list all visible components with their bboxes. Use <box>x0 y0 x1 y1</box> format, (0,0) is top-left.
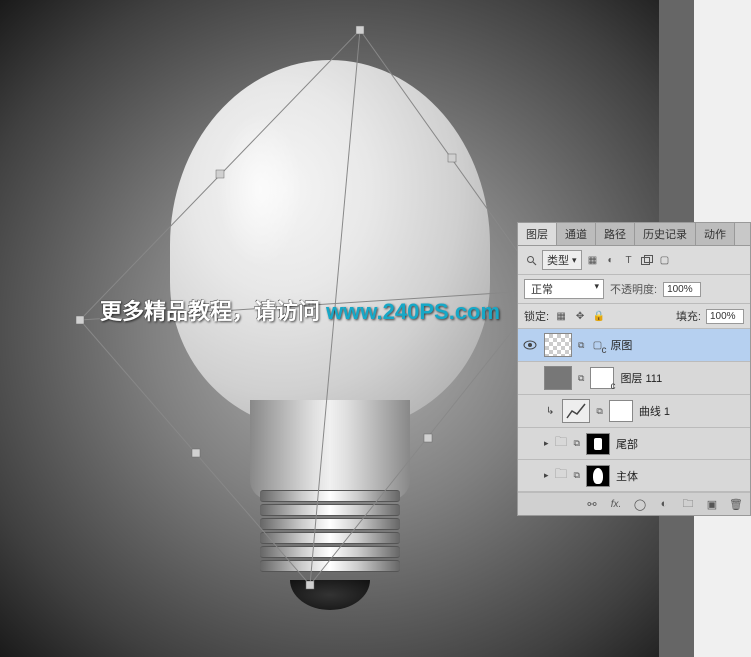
group-toggle[interactable]: ▸ <box>544 438 549 449</box>
link-icon[interactable]: ⧉ <box>578 340 584 351</box>
visibility-toggle[interactable] <box>522 370 538 386</box>
watermark-text: 更多精品教程，请访问 <box>100 294 320 326</box>
filter-kind-select[interactable]: 类型 ▾ <box>542 250 582 270</box>
layer-name[interactable]: 曲线 1 <box>639 403 670 419</box>
opacity-input[interactable]: 100% <box>663 282 701 297</box>
search-icon[interactable] <box>524 253 538 267</box>
link-layers-icon[interactable]: ⚯ <box>584 497 600 511</box>
lock-row: 锁定: ▦ ✥ 🔒 填充: 100% <box>518 304 750 329</box>
new-group-icon[interactable]: 🗀 <box>680 497 696 511</box>
tab-history[interactable]: 历史记录 <box>635 223 696 245</box>
filter-text-icon[interactable]: T <box>622 253 636 267</box>
lock-label: 锁定: <box>524 308 549 324</box>
new-layer-icon[interactable]: ▣ <box>704 497 720 511</box>
layer-name[interactable]: 原图 <box>610 337 632 353</box>
tab-layers[interactable]: 图层 <box>518 223 557 245</box>
panel-tabs: 图层 通道 路径 历史记录 动作 <box>518 223 750 246</box>
visibility-toggle[interactable] <box>522 468 538 484</box>
layer-thumbnail[interactable] <box>544 333 572 357</box>
group-toggle[interactable]: ▸ <box>544 470 549 481</box>
visibility-toggle[interactable] <box>522 403 538 419</box>
lock-all-icon[interactable]: 🔒 <box>592 309 606 323</box>
layer-row[interactable]: ▸ 🗀 ⧉ 尾部 <box>518 428 750 460</box>
layer-name[interactable]: 尾部 <box>616 436 638 452</box>
tab-paths[interactable]: 路径 <box>596 223 635 245</box>
filter-adjust-icon[interactable]: ◐ <box>604 253 618 267</box>
transform-handle[interactable] <box>76 316 84 324</box>
filter-shape-icon[interactable] <box>640 253 654 267</box>
layer-row[interactable]: ⧉ ▢c 原图 <box>518 329 750 362</box>
link-icon[interactable]: ⧉ <box>596 406 602 417</box>
filter-pixel-icon[interactable]: ▦ <box>586 253 600 267</box>
layers-list: ⧉ ▢c 原图 ⧉ c 图层 111 ↳ ⧉ 曲线 1 ▸ 🗀 ⧉ <box>518 329 750 492</box>
layer-thumbnail[interactable] <box>544 366 572 390</box>
folder-icon: 🗀 <box>555 465 568 487</box>
link-icon[interactable]: ⧉ <box>574 470 580 481</box>
fill-input[interactable]: 100% <box>706 309 744 324</box>
lock-pixels-icon[interactable]: ▦ <box>554 309 568 323</box>
layer-filter-row: 类型 ▾ ▦ ◐ T ▢ <box>518 246 750 275</box>
delete-layer-icon[interactable]: 🗑 <box>728 497 744 511</box>
transform-handle[interactable] <box>356 26 364 34</box>
layer-name[interactable]: 图层 111 <box>620 370 662 386</box>
new-adjustment-icon[interactable]: ◐ <box>656 497 672 511</box>
layer-mask-thumbnail[interactable] <box>586 465 610 487</box>
lightbulb-image <box>160 60 500 600</box>
panel-footer: ⚯ fx. ◯ ◐ 🗀 ▣ 🗑 <box>518 492 750 515</box>
tab-channels[interactable]: 通道 <box>557 223 596 245</box>
smart-object-icon: ▢c <box>590 338 604 352</box>
layer-mask-thumbnail[interactable]: c <box>590 367 614 389</box>
folder-icon: 🗀 <box>555 433 568 455</box>
visibility-toggle[interactable] <box>522 337 538 353</box>
layer-row[interactable]: ↳ ⧉ 曲线 1 <box>518 395 750 428</box>
layers-panel: 图层 通道 路径 历史记录 动作 类型 ▾ ▦ ◐ T ▢ 正常 ▾ 不透明度:… <box>517 222 751 516</box>
add-mask-icon[interactable]: ◯ <box>632 497 648 511</box>
layer-row[interactable]: ▸ 🗀 ⧉ 主体 <box>518 460 750 492</box>
visibility-toggle[interactable] <box>522 436 538 452</box>
lock-position-icon[interactable]: ✥ <box>573 309 587 323</box>
watermark: 更多精品教程，请访问 www.240PS.com <box>100 294 500 326</box>
opacity-label: 不透明度: <box>610 281 657 297</box>
layer-name[interactable]: 主体 <box>616 468 638 484</box>
link-icon[interactable]: ⧉ <box>578 373 584 384</box>
blend-mode-row: 正常 ▾ 不透明度: 100% <box>518 275 750 304</box>
link-icon[interactable]: ⧉ <box>574 438 580 449</box>
layer-mask-thumbnail[interactable] <box>609 400 633 422</box>
filter-smart-icon[interactable]: ▢ <box>658 253 672 267</box>
adjustment-thumbnail[interactable] <box>562 399 590 423</box>
fx-icon[interactable]: fx. <box>608 497 624 511</box>
layer-row[interactable]: ⧉ c 图层 111 <box>518 362 750 395</box>
clipping-icon: ↳ <box>544 406 556 417</box>
fill-label: 填充: <box>676 308 701 324</box>
layer-mask-thumbnail[interactable] <box>586 433 610 455</box>
tab-actions[interactable]: 动作 <box>696 223 735 245</box>
watermark-url: www.240PS.com <box>326 299 500 325</box>
blend-mode-select[interactable]: 正常 ▾ <box>524 279 604 299</box>
